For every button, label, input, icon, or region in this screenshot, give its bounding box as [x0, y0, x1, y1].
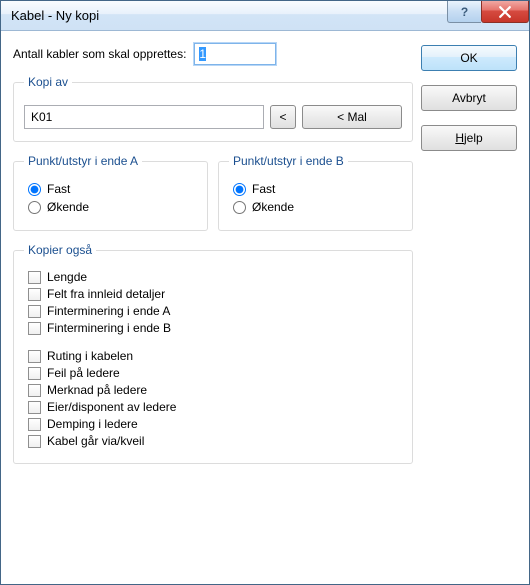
opt-ruting-checkbox[interactable]: [28, 350, 41, 363]
opt-eier-checkbox[interactable]: [28, 401, 41, 414]
titlebar-buttons: ?: [447, 1, 529, 23]
ende-b-fast-label: Fast: [252, 182, 275, 196]
opt-merknad-checkbox[interactable]: [28, 384, 41, 397]
opt-eier-label: Eier/disponent av ledere: [47, 400, 176, 414]
mal-button[interactable]: < Mal: [302, 105, 402, 129]
opt-fint-b-row: Finterminering i ende B: [24, 321, 402, 335]
opt-felt-row: Felt fra innleid detaljer: [24, 287, 402, 301]
opt-feil-checkbox[interactable]: [28, 367, 41, 380]
opt-lengde-label: Lengde: [47, 270, 87, 284]
ende-a-legend: Punkt/utstyr i ende A: [24, 154, 142, 168]
ende-b-fast-row: Fast: [229, 182, 402, 196]
ende-a-okende-row: Økende: [24, 200, 197, 214]
ende-a-fast-label: Fast: [47, 182, 70, 196]
opt-merknad-label: Merknad på ledere: [47, 383, 147, 397]
ende-a-okende-label: Økende: [47, 200, 89, 214]
ende-a-fast-radio[interactable]: [28, 183, 41, 196]
opt-eier-row: Eier/disponent av ledere: [24, 400, 402, 414]
kopi-av-group: Kopi av < < Mal: [13, 75, 413, 142]
kopi-av-row: < < Mal: [24, 105, 402, 129]
opt-felt-checkbox[interactable]: [28, 288, 41, 301]
ende-a-okende-radio[interactable]: [28, 201, 41, 214]
help-icon: ?: [461, 5, 468, 19]
ende-a-group: Punkt/utstyr i ende A Fast Økende: [13, 154, 208, 231]
count-row: Antall kabler som skal opprettes:: [13, 43, 413, 65]
kopier-legend: Kopier også: [24, 243, 96, 257]
ende-b-group: Punkt/utstyr i ende B Fast Økende: [218, 154, 413, 231]
ende-b-okende-label: Økende: [252, 200, 294, 214]
opt-ruting-label: Ruting i kabelen: [47, 349, 133, 363]
ende-b-fast-radio[interactable]: [233, 183, 246, 196]
ends-row: Punkt/utstyr i ende A Fast Økende Punkt/…: [13, 154, 413, 231]
count-label: Antall kabler som skal opprettes:: [13, 47, 186, 61]
titlebar-help-button[interactable]: ?: [447, 1, 481, 23]
avbryt-button[interactable]: Avbryt: [421, 85, 517, 111]
opt-lengde-checkbox[interactable]: [28, 271, 41, 284]
dialog-content: Antall kabler som skal opprettes: Kopi a…: [1, 31, 529, 584]
opt-demping-row: Demping i ledere: [24, 417, 402, 431]
titlebar[interactable]: Kabel - Ny kopi ?: [1, 1, 529, 31]
opt-via-checkbox[interactable]: [28, 435, 41, 448]
kopier-group: Kopier også Lengde Felt fra innleid deta…: [13, 243, 413, 464]
dialog-window: Kabel - Ny kopi ? Antall kabler som skal…: [0, 0, 530, 585]
opt-feil-label: Feil på ledere: [47, 366, 120, 380]
opt-lengde-row: Lengde: [24, 270, 402, 284]
prev-button[interactable]: <: [270, 105, 296, 129]
opt-ruting-row: Ruting i kabelen: [24, 349, 402, 363]
titlebar-close-button[interactable]: [481, 1, 529, 23]
right-column: OK Avbryt Hjelp: [421, 43, 517, 572]
opt-fint-b-label: Finterminering i ende B: [47, 321, 171, 335]
opt-demping-checkbox[interactable]: [28, 418, 41, 431]
hjelp-button[interactable]: Hjelp: [421, 125, 517, 151]
ok-button[interactable]: OK: [421, 45, 517, 71]
kopi-av-legend: Kopi av: [24, 75, 72, 89]
opt-felt-label: Felt fra innleid detaljer: [47, 287, 165, 301]
ende-b-legend: Punkt/utstyr i ende B: [229, 154, 348, 168]
kopi-av-input[interactable]: [24, 105, 264, 129]
ende-a-fast-row: Fast: [24, 182, 197, 196]
opt-via-row: Kabel går via/kveil: [24, 434, 402, 448]
window-title: Kabel - Ny kopi: [11, 8, 99, 23]
opt-demping-label: Demping i ledere: [47, 417, 138, 431]
close-icon: [499, 6, 511, 18]
opt-fint-a-row: Finterminering i ende A: [24, 304, 402, 318]
ende-b-okende-row: Økende: [229, 200, 402, 214]
ende-b-okende-radio[interactable]: [233, 201, 246, 214]
opt-feil-row: Feil på ledere: [24, 366, 402, 380]
count-input[interactable]: [194, 43, 276, 65]
opt-fint-a-checkbox[interactable]: [28, 305, 41, 318]
opt-fint-b-checkbox[interactable]: [28, 322, 41, 335]
opt-via-label: Kabel går via/kveil: [47, 434, 144, 448]
opt-merknad-row: Merknad på ledere: [24, 383, 402, 397]
opt-fint-a-label: Finterminering i ende A: [47, 304, 170, 318]
left-column: Antall kabler som skal opprettes: Kopi a…: [13, 43, 413, 572]
